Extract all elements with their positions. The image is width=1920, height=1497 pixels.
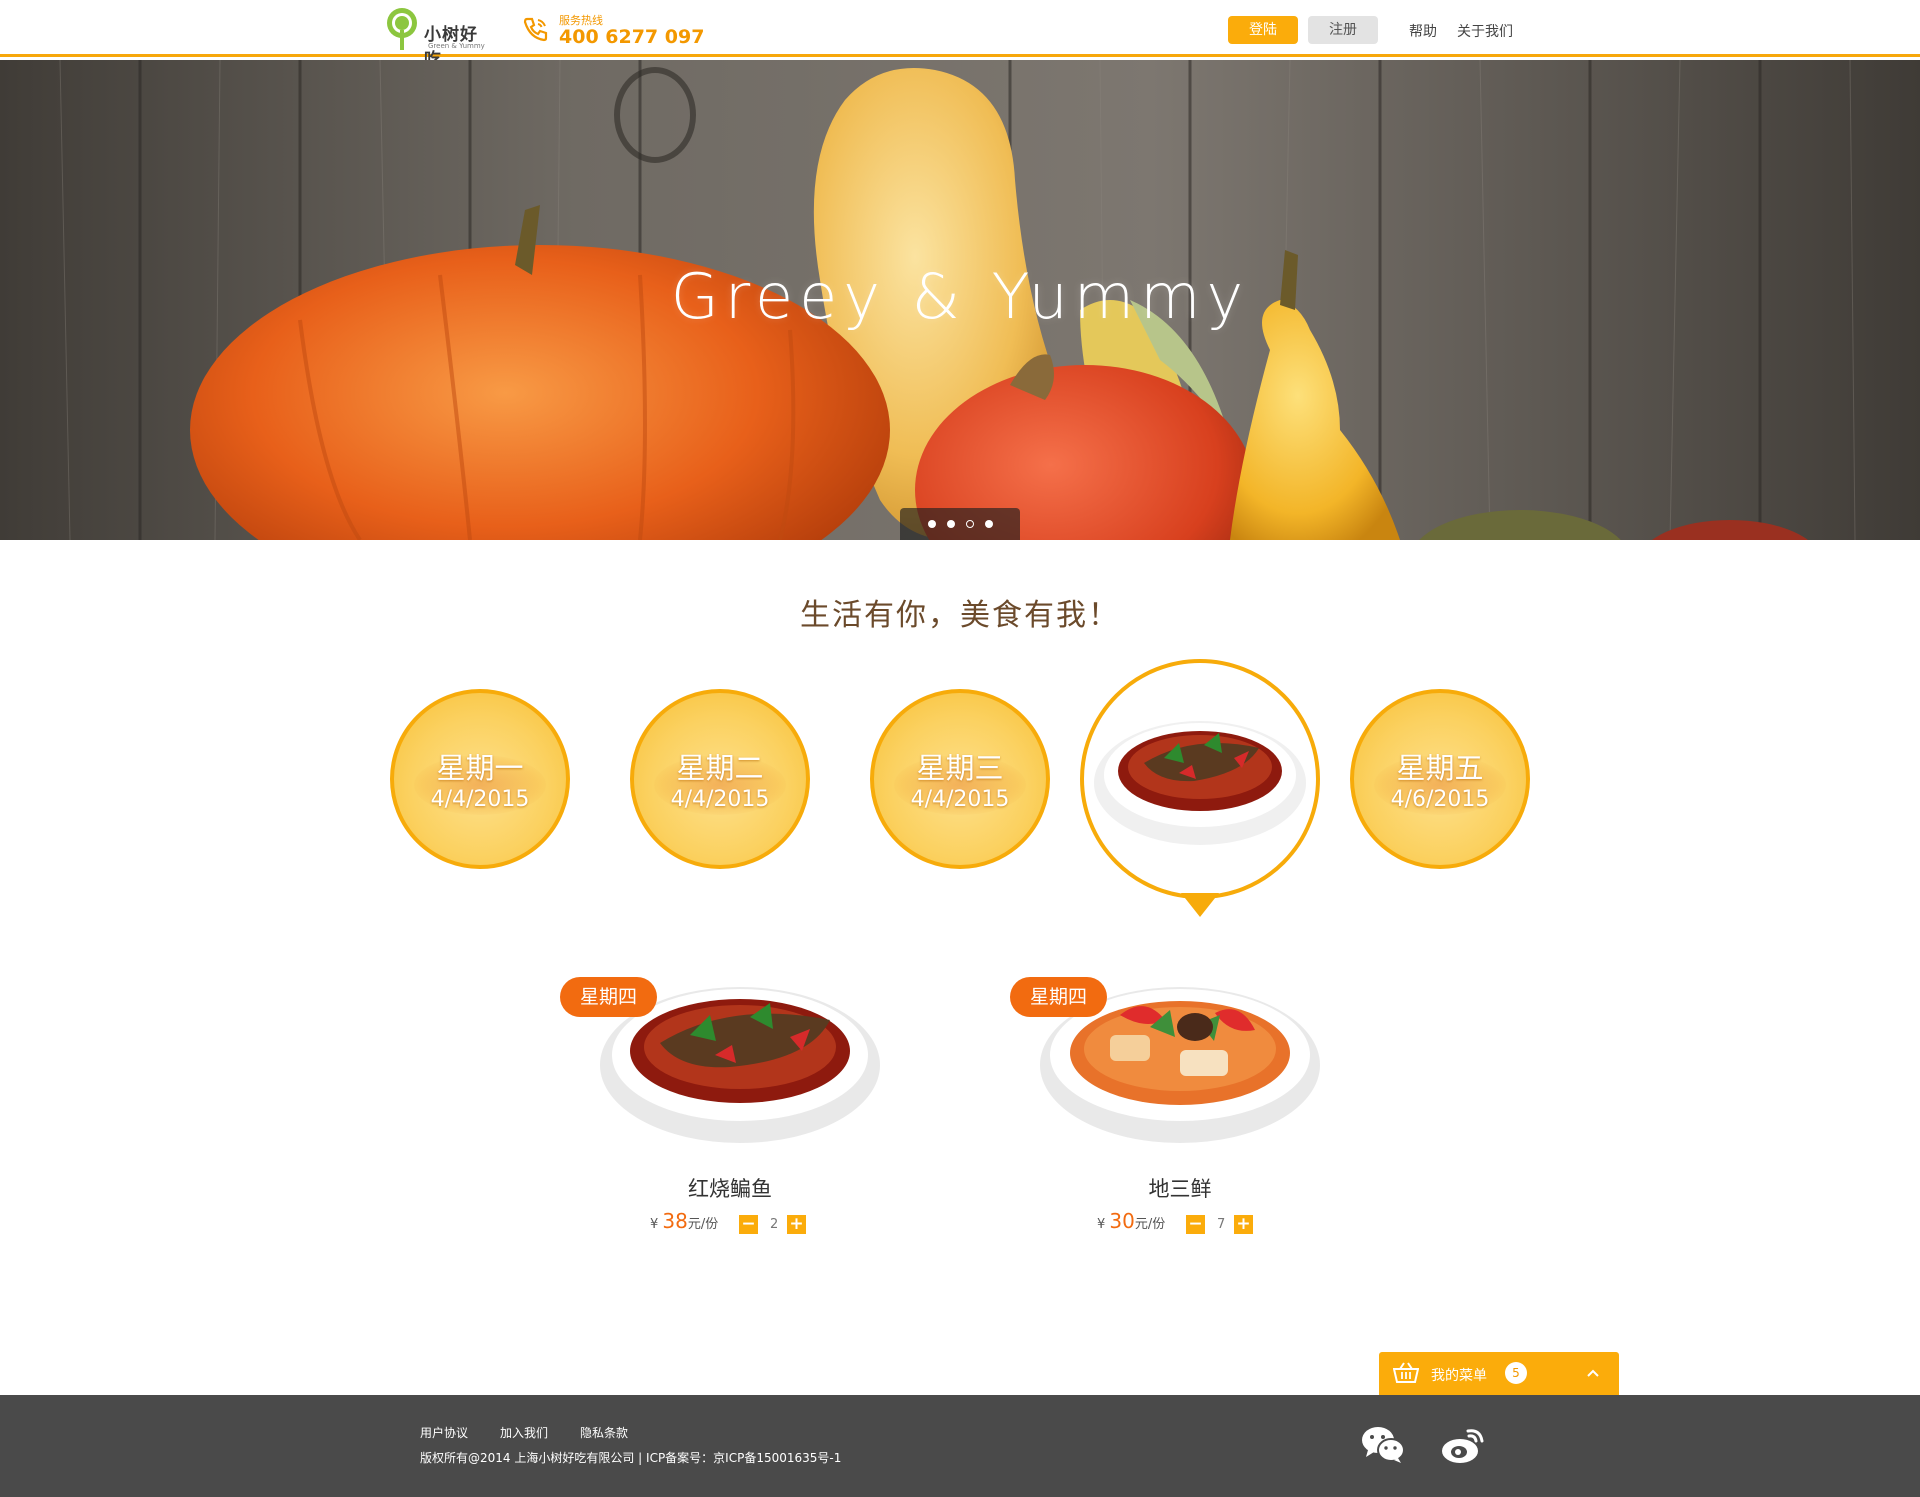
carousel-dot-2[interactable]	[947, 520, 955, 528]
fish-dish-image	[1094, 721, 1306, 845]
decrease-quantity-button[interactable]: −	[739, 1215, 758, 1234]
footer-link-join-us[interactable]: 加入我们	[500, 1424, 548, 1441]
dish-card: 星期四 红烧鳊鱼 ¥ 38元/份 − 2 +	[560, 955, 900, 1235]
footer-link-privacy[interactable]: 隐私条款	[580, 1424, 628, 1441]
slogan: 生活有你，美食有我！	[800, 598, 1120, 633]
price-value: 30	[1109, 1209, 1135, 1233]
basket-icon	[1393, 1362, 1419, 1383]
day-date: 4/4/2015	[910, 787, 1010, 812]
day-date: 4/4/2015	[430, 787, 530, 812]
dish-card: 星期四 地三鲜 ¥ 30元/份 − 7 +	[1010, 955, 1350, 1235]
price-unit: 元/份	[687, 1217, 719, 1232]
day-date: 4/4/2015	[670, 787, 770, 812]
hero-banner: Greey & Yummy	[0, 60, 1920, 540]
day-tuesday[interactable]: 星期二 4/4/2015	[630, 689, 810, 869]
phone-icon	[523, 17, 548, 42]
dish-day-tag: 星期四	[560, 977, 658, 1017]
currency-symbol: ¥	[1097, 1217, 1106, 1232]
increase-quantity-button[interactable]: +	[787, 1215, 806, 1234]
copyright-text: 版权所有@2014 上海小树好吃有限公司 | ICP备案号：京ICP备15001…	[420, 1451, 842, 1465]
site-footer: 用户协议 加入我们 隐私条款 版权所有@2014 上海小树好吃有限公司 | IC…	[0, 1395, 1920, 1497]
day-friday[interactable]: 星期五 4/6/2015	[1350, 689, 1530, 869]
register-button[interactable]: 注册	[1308, 16, 1378, 44]
nav-about-link[interactable]: 关于我们	[1457, 21, 1513, 41]
footer-link-user-agreement[interactable]: 用户协议	[420, 1424, 468, 1441]
weibo-icon[interactable]	[1440, 1425, 1486, 1465]
decrease-quantity-button[interactable]: −	[1186, 1215, 1205, 1234]
price-value: 38	[662, 1209, 688, 1233]
site-logo[interactable]: 小树好吃 Green & Yummy	[384, 6, 485, 70]
carousel-pagination	[900, 508, 1020, 540]
dish-name: 地三鲜	[1148, 1177, 1212, 1201]
day-wednesday[interactable]: 星期三 4/4/2015	[870, 689, 1050, 869]
cart-label: 我的菜单	[1431, 1368, 1487, 1384]
quantity-value: 2	[770, 1217, 779, 1232]
quantity-value: 7	[1217, 1217, 1226, 1232]
hotline-number: 400 6277 097	[559, 26, 705, 48]
day-name: 星期三	[916, 751, 1004, 785]
day-thursday-active[interactable]	[1080, 659, 1320, 899]
chevron-up-icon[interactable]	[1586, 1364, 1600, 1382]
site-header: 小树好吃 Green & Yummy 服务热线 400 6277 097 登陆 …	[0, 0, 1920, 70]
day-monday[interactable]: 星期一 4/4/2015	[390, 689, 570, 869]
carousel-dot-3[interactable]	[966, 520, 974, 528]
logo-subtitle: Green & Yummy	[428, 42, 485, 50]
cart-count-badge: 5	[1505, 1362, 1527, 1384]
day-name: 星期一	[436, 751, 524, 785]
nav-help-link[interactable]: 帮助	[1409, 21, 1437, 41]
increase-quantity-button[interactable]: +	[1234, 1215, 1253, 1234]
wechat-icon[interactable]	[1360, 1425, 1406, 1465]
tree-logo-icon	[387, 8, 417, 50]
day-name: 星期五	[1396, 751, 1484, 785]
dish-day-tag: 星期四	[1010, 977, 1108, 1017]
carousel-dot-4[interactable]	[985, 520, 993, 528]
day-name: 星期二	[676, 751, 764, 785]
currency-symbol: ¥	[650, 1217, 659, 1232]
price-unit: 元/份	[1134, 1217, 1166, 1232]
dish-price: ¥ 38元/份	[650, 1209, 718, 1233]
dish-price: ¥ 30元/份	[1097, 1209, 1165, 1233]
day-date: 4/6/2015	[1390, 787, 1490, 812]
active-day-pointer	[1181, 893, 1219, 917]
login-button[interactable]: 登陆	[1228, 16, 1298, 44]
dish-name: 红烧鳊鱼	[688, 1177, 772, 1201]
banner-title: Greey & Yummy	[670, 260, 1250, 333]
my-menu-cart[interactable]: 我的菜单 5	[1379, 1352, 1619, 1395]
carousel-dot-1[interactable]	[928, 520, 936, 528]
